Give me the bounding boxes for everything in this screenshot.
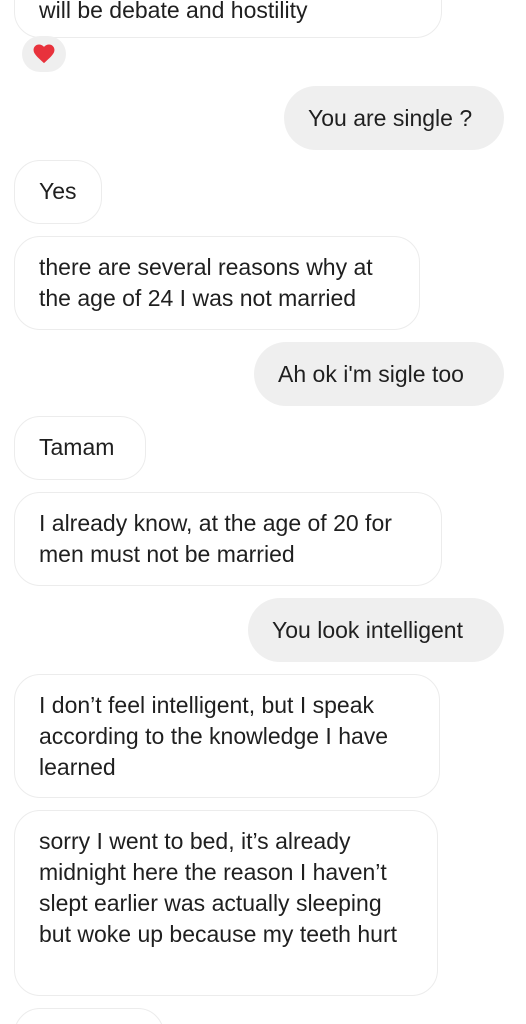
- message-reaction[interactable]: [22, 36, 66, 72]
- message-text: Ah ok i'm sigle too: [278, 361, 464, 387]
- received-message[interactable]: sorry I went to bed, it’s already midnig…: [14, 810, 438, 996]
- sent-message[interactable]: Ah ok i'm sigle too: [254, 342, 504, 406]
- message-text: You look intelligent: [272, 617, 463, 643]
- received-message[interactable]: Tamam: [14, 416, 146, 480]
- received-message[interactable]: will be debate and hostility: [14, 0, 442, 38]
- chat-thread: will be debate and hostility You are sin…: [0, 0, 526, 1024]
- message-text: You are single ?: [308, 105, 473, 131]
- message-text: will be debate and hostility: [39, 0, 308, 23]
- message-text: Tamam: [39, 434, 115, 460]
- sent-message[interactable]: You look intelligent: [248, 598, 504, 662]
- message-text: Yes: [39, 178, 77, 204]
- message-text: sorry I went to bed, it’s already midnig…: [39, 828, 397, 947]
- received-message[interactable]: Yes: [14, 160, 102, 224]
- received-message[interactable]: there are several reasons why at the age…: [14, 236, 420, 330]
- received-message[interactable]: I don’t feel intelligent, but I speak ac…: [14, 674, 440, 798]
- message-text: I already know, at the age of 20 for men…: [39, 510, 392, 567]
- received-message[interactable]: I already know, at the age of 20 for men…: [14, 492, 442, 586]
- sent-message[interactable]: You are single ?: [284, 86, 504, 150]
- received-message[interactable]: [14, 1008, 164, 1024]
- heart-icon: [33, 44, 55, 64]
- message-text: I don’t feel intelligent, but I speak ac…: [39, 692, 389, 780]
- message-text: there are several reasons why at the age…: [39, 254, 373, 311]
